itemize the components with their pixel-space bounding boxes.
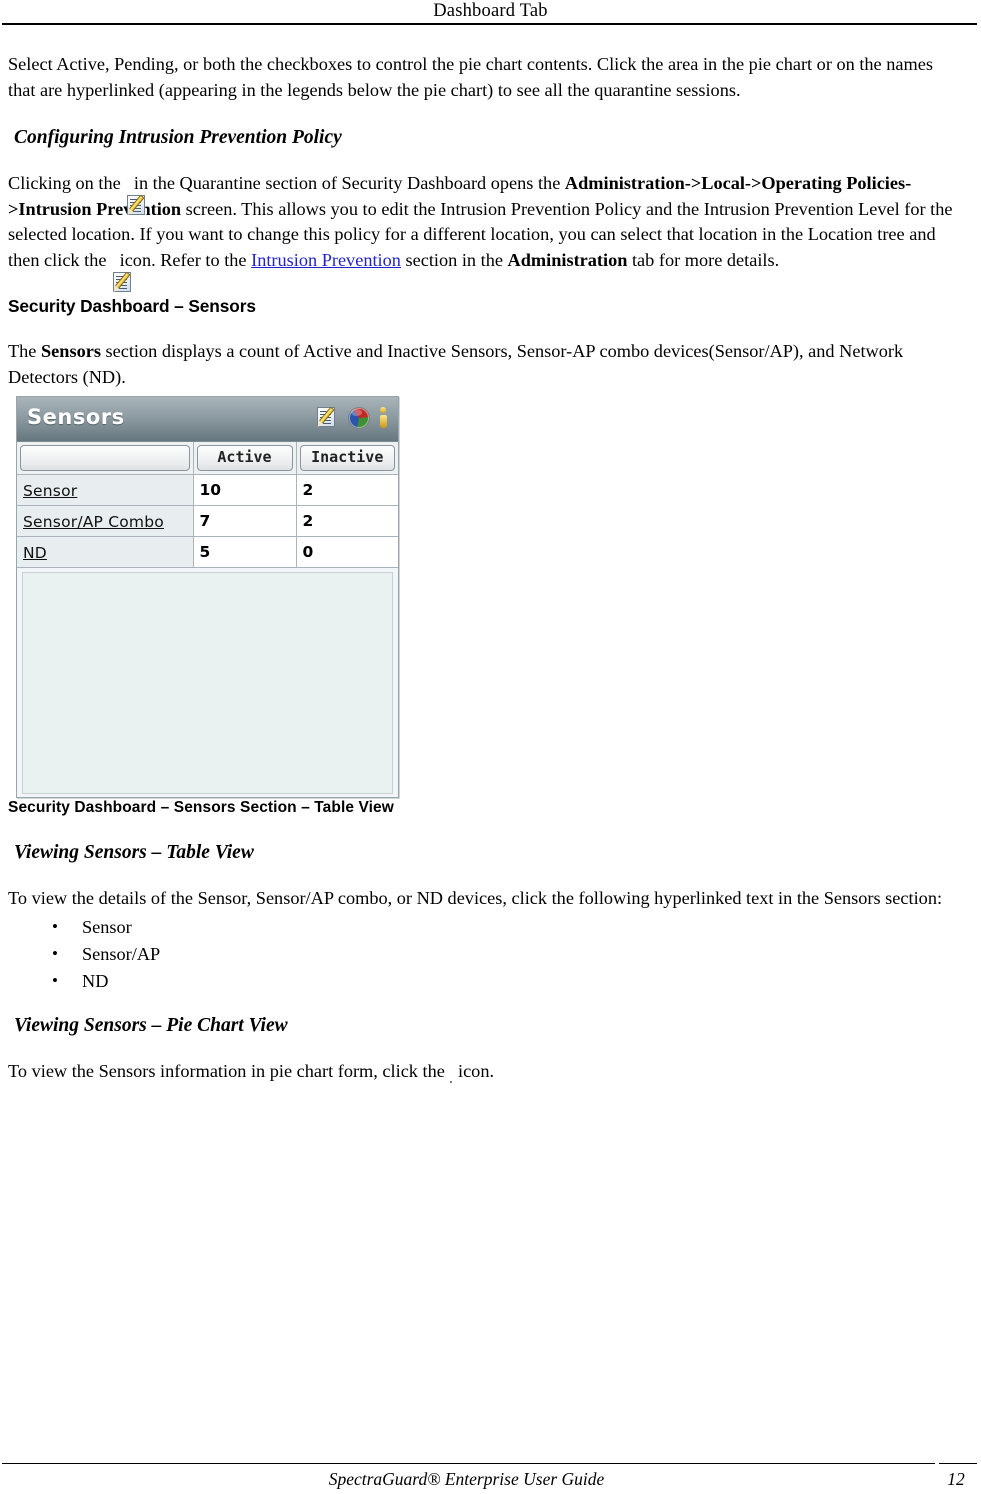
column-header-blank[interactable] — [17, 442, 194, 475]
widget-title: Sensors — [27, 405, 125, 429]
info-icon[interactable] — [378, 407, 389, 428]
figure-caption: Security Dashboard – Sensors Section – T… — [8, 799, 394, 816]
table-view-paragraph: To view the details of the Sensor, Senso… — [8, 888, 943, 908]
column-header-inactive[interactable]: Inactive — [296, 442, 398, 475]
table-row: Sensor/AP Combo 7 2 — [17, 505, 398, 537]
heading-security-dashboard-sensors: Security Dashboard – Sensors — [8, 296, 256, 316]
heading-viewing-sensors-table-view: Viewing Sensors – Table View — [14, 842, 254, 863]
intrusion-bold-administration: Administration — [507, 249, 628, 270]
row-label-sensor[interactable]: Sensor — [17, 474, 194, 506]
heading-configuring-intrusion-prevention-policy: Configuring Intrusion Prevention Policy — [14, 127, 342, 148]
row-label-sensor-ap-combo[interactable]: Sensor/AP Combo — [17, 505, 194, 537]
sensors-table: Active Inactive Sensor 10 2 Sensor/AP Co… — [17, 442, 398, 568]
intrusion-text-2: in the Quarantine section of Security Da… — [129, 173, 565, 193]
sensors-hyperlink-list: Sensor Sensor/AP ND — [8, 913, 960, 995]
table-row: Sensor 10 2 — [17, 474, 398, 506]
pie-view-text-2: icon. — [453, 1060, 495, 1081]
sensor-ap-combo-active-count: 7 — [193, 505, 297, 537]
intrusion-text-5: section in the — [400, 249, 508, 270]
widget-actions — [317, 406, 389, 429]
sensors-description-paragraph: The Sensors section displays a count of … — [8, 339, 960, 390]
page-header: Dashboard Tab — [0, 0, 981, 26]
intro-paragraph: Select Active, Pending, or both the chec… — [8, 54, 933, 100]
nd-inactive-count: 0 — [296, 536, 398, 568]
pie-chart-icon[interactable] — [349, 407, 369, 428]
page-footer: SpectraGuard® Enterprise User Guide 12 — [0, 1420, 981, 1494]
sensor-active-count: 10 — [193, 474, 297, 506]
table-row: ND 5 0 — [17, 536, 398, 568]
intrusion-text-1: Clicking on the — [8, 173, 126, 193]
intrusion-prevention-paragraph: Clicking on the in the Quarantine sectio… — [8, 171, 960, 292]
sensors-text-1: The — [8, 341, 41, 361]
intrusion-text-4: icon. Refer to the — [115, 249, 252, 270]
heading-viewing-sensors-pie-chart-view: Viewing Sensors – Pie Chart View — [14, 1014, 288, 1036]
list-item[interactable]: Sensor/AP — [52, 940, 960, 968]
intrusion-prevention-link[interactable]: Intrusion Prevention — [251, 250, 401, 270]
page-content: Select Active, Pending, or both the chec… — [8, 52, 960, 1084]
pie-chart-view-paragraph: To view the Sensors information in pie c… — [8, 1059, 960, 1085]
sensors-bold-word: Sensors — [41, 341, 101, 361]
intrusion-text-6: tab for more details. — [627, 249, 780, 270]
edit-icon[interactable] — [317, 406, 340, 429]
footer-guide-title: SpectraGuard® Enterprise User Guide — [328, 1469, 605, 1489]
widget-titlebar: Sensors — [17, 397, 398, 442]
page-number: 12 — [947, 1469, 965, 1489]
sensor-inactive-count: 2 — [296, 474, 398, 506]
list-item[interactable]: ND — [52, 967, 960, 995]
footer-divider — [2, 1463, 935, 1464]
row-label-nd[interactable]: ND — [17, 536, 194, 568]
sensors-widget-screenshot: Sensors Active Inactive Sensor 10 2 Sens… — [16, 396, 399, 798]
sensor-ap-combo-inactive-count: 2 — [296, 505, 398, 537]
nd-active-count: 5 — [193, 536, 297, 568]
sensors-text-2: section displays a count of Active and I… — [8, 341, 904, 387]
widget-empty-panel — [22, 572, 393, 794]
column-header-active[interactable]: Active — [193, 442, 297, 475]
table-header-row: Active Inactive — [17, 442, 398, 475]
page-header-title: Dashboard Tab — [433, 1, 548, 21]
list-item[interactable]: Sensor — [52, 913, 960, 941]
pie-view-text-1: To view the Sensors information in pie c… — [8, 1060, 450, 1081]
header-divider — [2, 23, 977, 25]
document-page: Dashboard Tab Select Active, Pending, or… — [0, 0, 981, 1494]
footer-pagenum-divider — [939, 1463, 977, 1464]
